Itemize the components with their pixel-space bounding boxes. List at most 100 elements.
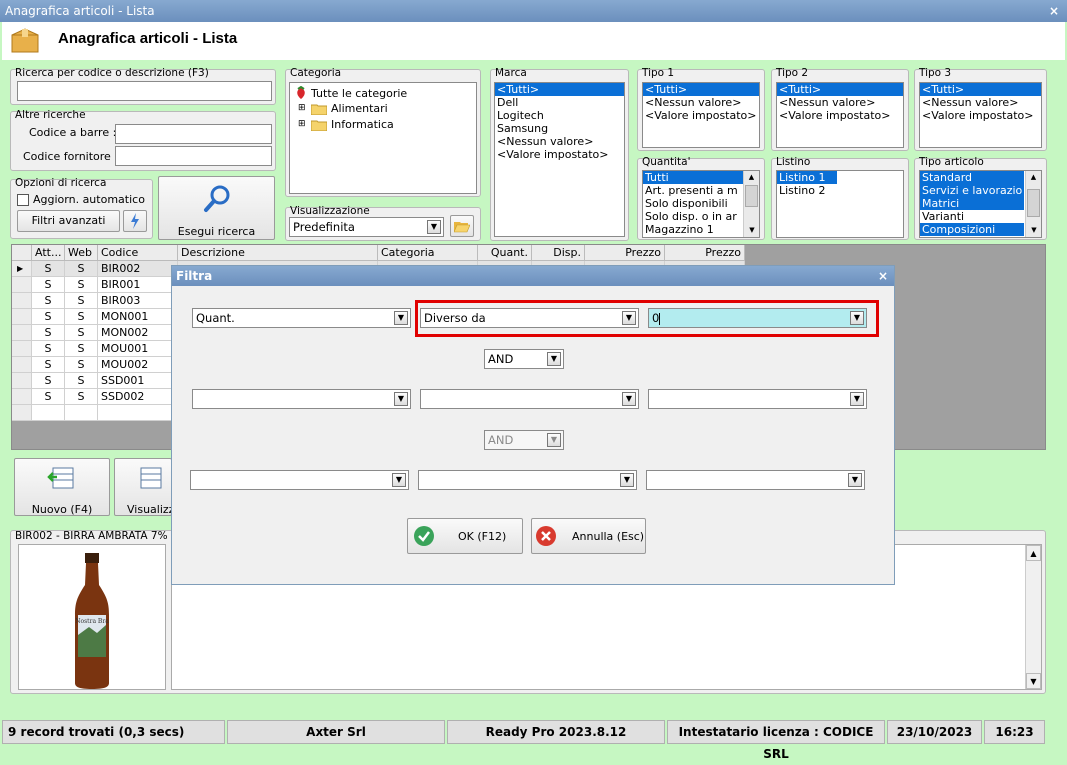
scroll-up-icon[interactable]: ▲ [1026,171,1041,184]
scroll-up-icon[interactable]: ▲ [1026,545,1041,561]
scrollbar-thumb[interactable] [1027,189,1040,217]
lightning-button[interactable] [123,210,147,232]
list-item[interactable]: <Tutti> [920,83,1041,96]
filter-operator-1[interactable]: Diverso da ▼ [420,308,639,328]
table-cell[interactable]: S [65,293,98,309]
table-cell[interactable]: SSD002 [98,389,178,405]
col-header[interactable]: Quant. [478,245,532,261]
scrollbar[interactable]: ▲ ▼ [743,171,759,237]
table-cell[interactable]: S [32,325,65,341]
scrollbar[interactable]: ▲ ▼ [1025,545,1041,689]
chevron-down-icon[interactable]: ▼ [850,392,864,406]
chevron-down-icon[interactable]: ▼ [392,473,406,487]
checkbox-box[interactable] [17,193,29,206]
list-item[interactable]: <Tutti> [643,83,759,96]
type3-list[interactable]: <Tutti> <Nessun valore> <Valore impostat… [919,82,1042,148]
table-cell[interactable]: S [65,325,98,341]
col-header[interactable]: Prezzo [665,245,745,261]
type2-list[interactable]: <Tutti> <Nessun valore> <Valore impostat… [776,82,904,148]
table-cell[interactable]: MON001 [98,309,178,325]
list-item[interactable]: Logitech [495,109,624,122]
list-item[interactable]: <Valore impostato> [777,109,903,122]
list-item[interactable]: Samsung [495,122,624,135]
chevron-down-icon[interactable]: ▼ [622,311,636,325]
filter-value-1[interactable]: 0 ▼ [648,308,867,328]
chevron-down-icon[interactable]: ▼ [427,220,441,234]
list-item[interactable]: <Nessun valore> [777,96,903,109]
open-folder-button[interactable] [450,215,474,237]
chevron-down-icon[interactable]: ▼ [547,352,561,366]
pricelist-list[interactable]: Listino 1 Listino 2 [776,170,904,238]
table-cell[interactable] [32,405,65,421]
table-cell[interactable]: S [65,261,98,277]
logic-select-2[interactable]: AND ▼ [484,430,564,450]
list-item[interactable]: Standard [920,171,1024,184]
chevron-down-icon[interactable]: ▼ [620,473,634,487]
table-cell[interactable]: S [65,389,98,405]
filter-field-2[interactable]: ▼ [192,389,411,409]
table-cell[interactable]: S [32,277,65,293]
table-cell[interactable]: BIR003 [98,293,178,309]
list-item[interactable]: Matrici [920,197,1024,210]
table-cell[interactable]: S [32,341,65,357]
col-header[interactable]: Prezzo [585,245,665,261]
table-cell[interactable]: S [65,277,98,293]
table-cell[interactable]: MON002 [98,325,178,341]
row-header[interactable] [12,277,32,293]
advanced-filters-button[interactable]: Filtri avanzati [17,210,120,232]
row-header[interactable] [12,357,32,373]
tree-item-informatica[interactable]: ⊞ Informatica [298,118,394,131]
table-cell[interactable]: SSD001 [98,373,178,389]
table-cell[interactable]: S [32,373,65,389]
list-item[interactable]: Tutti [643,171,743,184]
tree-item-alimentari[interactable]: ⊞ Alimentari [298,102,388,115]
chevron-down-icon[interactable]: ▼ [622,392,636,406]
cancel-button[interactable]: Annulla (Esc) [531,518,646,554]
list-item[interactable]: Composizioni [920,223,1024,236]
filter-operator-3[interactable]: ▼ [418,470,637,490]
scroll-down-icon[interactable]: ▼ [744,224,759,237]
list-item[interactable]: Listino 2 [777,184,903,197]
table-cell[interactable]: S [32,309,65,325]
supplier-code-input[interactable] [115,146,272,166]
table-cell[interactable]: S [65,341,98,357]
table-cell[interactable]: BIR001 [98,277,178,293]
chevron-down-icon[interactable]: ▼ [394,392,408,406]
list-item[interactable]: Dell [495,96,624,109]
filter-value-3[interactable]: ▼ [646,470,865,490]
view-select[interactable]: Predefinita ▼ [289,217,444,237]
barcode-input[interactable] [115,124,272,144]
ok-button[interactable]: OK (F12) [407,518,523,554]
col-header[interactable]: Descrizione [178,245,378,261]
run-search-button[interactable]: Esegui ricerca [158,176,275,240]
category-tree[interactable]: Tutte le categorie ⊞ Alimentari ⊞ Inform… [289,82,477,194]
list-item[interactable]: <Valore impostato> [643,109,759,122]
row-header[interactable] [12,325,32,341]
dialog-close-button[interactable]: × [878,266,888,286]
col-header[interactable]: Web [65,245,98,261]
auto-update-checkbox[interactable]: Aggiorn. automatico [17,193,145,206]
list-item[interactable]: Solo disp. o in ar [643,210,759,223]
scrollbar-thumb[interactable] [745,185,758,207]
row-header[interactable] [12,373,32,389]
filter-operator-2[interactable]: ▼ [420,389,639,409]
table-cell[interactable]: S [32,293,65,309]
chevron-down-icon[interactable]: ▼ [394,311,408,325]
list-item[interactable]: Solo disponibili [643,197,759,210]
list-item[interactable]: <Nessun valore> [495,135,624,148]
scroll-down-icon[interactable]: ▼ [1026,224,1041,237]
row-header[interactable] [12,389,32,405]
table-cell[interactable] [98,405,178,421]
table-cell[interactable] [65,405,98,421]
table-cell[interactable]: S [65,373,98,389]
list-item[interactable]: <Nessun valore> [643,96,759,109]
row-header[interactable]: ▶ [12,261,32,277]
table-cell[interactable]: BIR002 [98,261,178,277]
list-item[interactable]: Art. presenti a m [643,184,759,197]
col-header[interactable]: Codice [98,245,178,261]
row-header[interactable] [12,405,32,421]
quantity-list[interactable]: Tutti Art. presenti a m Solo disponibili… [642,170,760,238]
list-item[interactable]: <Tutti> [495,83,624,96]
filter-value-2[interactable]: ▼ [648,389,867,409]
table-cell[interactable]: MOU001 [98,341,178,357]
